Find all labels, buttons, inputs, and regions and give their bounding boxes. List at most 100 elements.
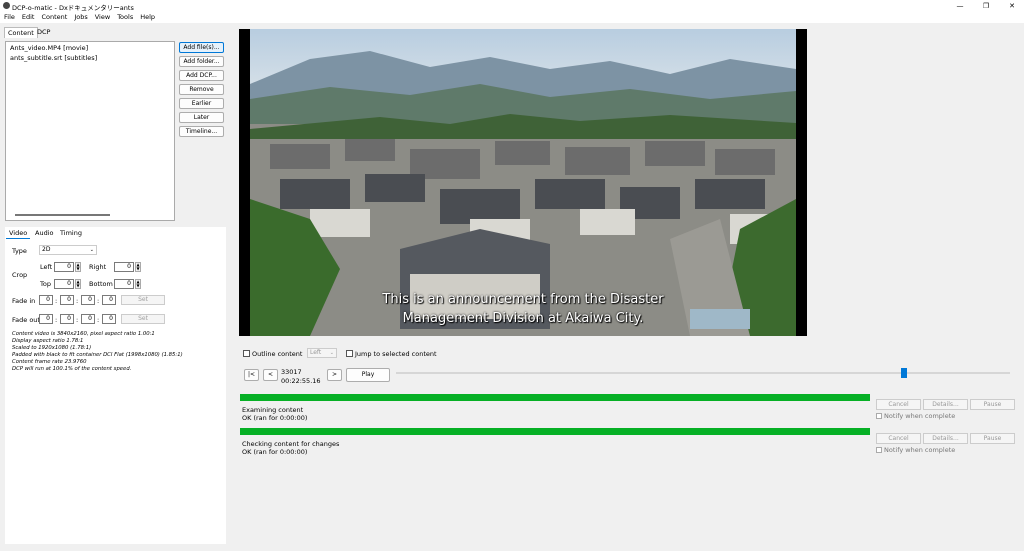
add-files-button[interactable]: Add file(s)... bbox=[179, 42, 224, 53]
go-to-start-button[interactable]: |< bbox=[244, 369, 259, 381]
later-button[interactable]: Later bbox=[179, 112, 224, 123]
type-value: 2D bbox=[42, 246, 51, 253]
job-title: Checking content for changes bbox=[242, 440, 340, 448]
minimize-button[interactable]: — bbox=[955, 1, 965, 11]
menu-help[interactable]: Help bbox=[140, 12, 155, 23]
back-frame-button[interactable]: < bbox=[263, 369, 278, 381]
subtitle-line: Management Division at Akaiwa City. bbox=[402, 311, 644, 326]
notify-checkbox[interactable] bbox=[876, 447, 882, 453]
tab-video[interactable]: Video bbox=[9, 229, 27, 237]
menu-bar: File Edit Content Jobs View Tools Help bbox=[0, 12, 1024, 23]
fade-out-minutes[interactable]: 0 bbox=[60, 314, 74, 324]
tab-timing[interactable]: Timing bbox=[60, 229, 82, 237]
crop-top-label: Top bbox=[40, 280, 51, 288]
notify-when-complete[interactable]: Notify when complete bbox=[876, 446, 955, 454]
earlier-button[interactable]: Earlier bbox=[179, 98, 224, 109]
job-pause-button[interactable]: Pause bbox=[970, 399, 1015, 410]
video-info-line: DCP will run at 100.1% of the content sp… bbox=[12, 366, 132, 372]
job-title: Examining content bbox=[242, 406, 304, 414]
playback-slider-track[interactable] bbox=[396, 372, 1010, 374]
video-viewer[interactable]: This is an announcement from the Disaste… bbox=[239, 29, 807, 336]
jump-to-selected-label: Jump to selected content bbox=[355, 350, 437, 358]
video-info-line: Content frame rate 23.9760 bbox=[12, 359, 87, 365]
fade-in-label: Fade in bbox=[12, 297, 36, 305]
notify-label: Notify when complete bbox=[884, 412, 956, 420]
chevron-down-icon: ⌄ bbox=[329, 350, 334, 356]
window-title: DCP-o-matic - Dxドキュメンタリーants bbox=[12, 4, 134, 12]
close-button[interactable]: ✕ bbox=[1007, 1, 1017, 11]
tab-dcp[interactable]: DCP bbox=[34, 27, 53, 38]
menu-content[interactable]: Content bbox=[41, 12, 67, 23]
menu-jobs[interactable]: Jobs bbox=[74, 12, 87, 23]
crop-top-stepper[interactable]: ▲ ▼ bbox=[75, 279, 81, 289]
eye-value: Left bbox=[310, 349, 322, 356]
timeline-button[interactable]: Timeline... bbox=[179, 126, 224, 137]
crop-left-stepper[interactable]: ▲ ▼ bbox=[75, 262, 81, 272]
job-progress-bar bbox=[240, 428, 870, 435]
fade-out-hours[interactable]: 0 bbox=[39, 314, 53, 324]
crop-label: Crop bbox=[12, 271, 28, 279]
video-info-line: Padded with black to fit container DCI F… bbox=[12, 352, 183, 358]
notify-checkbox[interactable] bbox=[876, 413, 882, 419]
crop-bottom-label: Bottom bbox=[89, 280, 113, 288]
job-pause-button[interactable]: Pause bbox=[970, 433, 1015, 444]
menu-file[interactable]: File bbox=[4, 12, 15, 23]
fade-out-frames[interactable]: 0 bbox=[102, 314, 116, 324]
menu-tools[interactable]: Tools bbox=[117, 12, 133, 23]
video-info-line: Display aspect ratio 1.78:1 bbox=[12, 338, 84, 344]
notify-label: Notify when complete bbox=[884, 446, 956, 454]
job-cancel-button[interactable]: Cancel bbox=[876, 433, 921, 444]
menu-edit[interactable]: Edit bbox=[22, 12, 35, 23]
crop-right-stepper[interactable]: ▲ ▼ bbox=[135, 262, 141, 272]
crop-top-field[interactable]: 0 bbox=[54, 279, 74, 289]
fade-in-set-button[interactable]: Set bbox=[121, 295, 165, 305]
video-info-line: Scaled to 1920x1080 (1.78:1) bbox=[12, 345, 92, 351]
crop-right-field[interactable]: 0 bbox=[114, 262, 134, 272]
title-bar: DCP-o-matic - Dxドキュメンタリーants — ❐ ✕ bbox=[0, 0, 1024, 12]
menu-view[interactable]: View bbox=[95, 12, 110, 23]
remove-button[interactable]: Remove bbox=[179, 84, 224, 95]
crop-bottom-field[interactable]: 0 bbox=[114, 279, 134, 289]
crop-left-label: Left bbox=[40, 263, 53, 271]
fade-in-minutes[interactable]: 0 bbox=[60, 295, 74, 305]
fade-out-seconds[interactable]: 0 bbox=[81, 314, 95, 324]
notify-when-complete[interactable]: Notify when complete bbox=[876, 412, 955, 420]
job-status: OK (ran for 0:00:00) bbox=[242, 414, 308, 422]
subtitle-line: This is an announcement from the Disaste… bbox=[382, 292, 664, 307]
add-dcp-button[interactable]: Add DCP... bbox=[179, 70, 224, 81]
job-details-button[interactable]: Details... bbox=[923, 433, 968, 444]
maximize-button[interactable]: ❐ bbox=[981, 1, 991, 11]
video-info-line: Content video is 3840x2160, pixel aspect… bbox=[12, 331, 155, 337]
active-tab-indicator bbox=[6, 238, 30, 239]
fade-out-set-button[interactable]: Set bbox=[121, 314, 165, 324]
play-button[interactable]: Play bbox=[346, 368, 390, 382]
fade-out-label: Fade out bbox=[12, 316, 40, 324]
add-folder-button[interactable]: Add folder... bbox=[179, 56, 224, 67]
forward-frame-button[interactable]: > bbox=[327, 369, 342, 381]
chevron-down-icon: ⌄ bbox=[89, 247, 94, 253]
list-item[interactable]: ants_subtitle.srt [subtitles] bbox=[10, 54, 97, 62]
type-label: Type bbox=[12, 247, 27, 255]
outline-content-checkbox[interactable] bbox=[243, 350, 250, 357]
fade-in-seconds[interactable]: 0 bbox=[81, 295, 95, 305]
eye-select[interactable]: Left ⌄ bbox=[307, 348, 337, 358]
jump-to-selected-checkbox[interactable] bbox=[346, 350, 353, 357]
type-select[interactable]: 2D ⌄ bbox=[39, 245, 97, 255]
job-progress-bar bbox=[240, 394, 870, 401]
timecode: 00:22:55.16 bbox=[281, 377, 321, 385]
content-list[interactable]: Ants_video.MP4 [movie] ants_subtitle.srt… bbox=[5, 41, 175, 221]
crop-left-field[interactable]: 0 bbox=[54, 262, 74, 272]
fade-in-frames[interactable]: 0 bbox=[102, 295, 116, 305]
crop-bottom-stepper[interactable]: ▲ ▼ bbox=[135, 279, 141, 289]
tab-content[interactable]: Content bbox=[4, 27, 38, 38]
crop-right-label: Right bbox=[89, 263, 107, 271]
job-cancel-button[interactable]: Cancel bbox=[876, 399, 921, 410]
content-properties-panel bbox=[5, 227, 226, 544]
job-details-button[interactable]: Details... bbox=[923, 399, 968, 410]
horizontal-scrollbar[interactable] bbox=[15, 214, 110, 216]
playback-slider-thumb[interactable] bbox=[901, 368, 907, 378]
list-item[interactable]: Ants_video.MP4 [movie] bbox=[10, 44, 88, 52]
fade-in-hours[interactable]: 0 bbox=[39, 295, 53, 305]
tab-audio[interactable]: Audio bbox=[35, 229, 53, 237]
frame-number: 33017 bbox=[281, 368, 302, 376]
